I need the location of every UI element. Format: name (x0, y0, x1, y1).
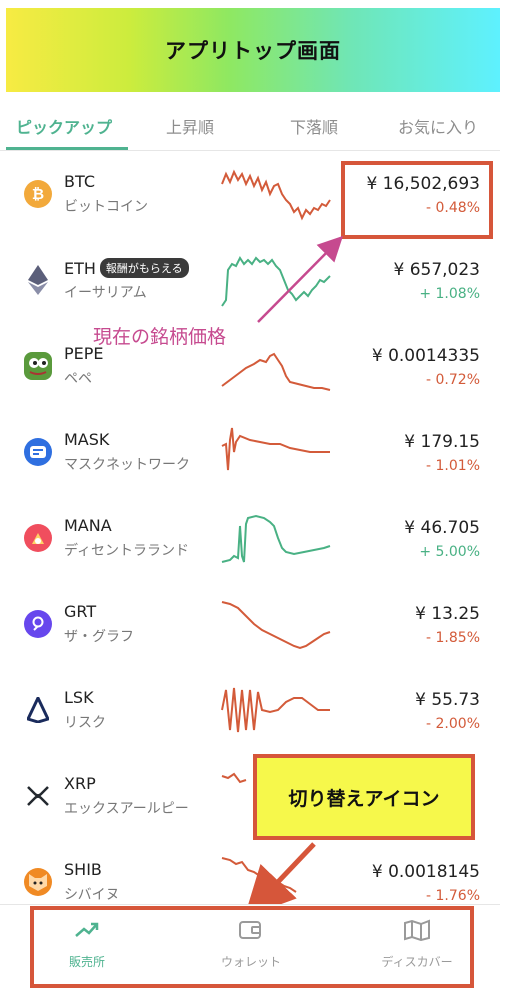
coin-name: リスク (64, 715, 106, 731)
mask-icon (24, 438, 52, 466)
coin-price: ¥ 179.15 (404, 432, 480, 452)
coin-price: ¥ 13.25 (415, 604, 480, 624)
coin-change: - 2.00% (426, 716, 480, 732)
coin-symbol: GRT (64, 602, 97, 621)
coin-row-eth[interactable]: ETH 報酬がもらえる イーサリアム ¥ 657,023 + 1.08% (0, 238, 500, 324)
coin-symbol: SHIB (64, 860, 102, 879)
coin-symbol: LSK (64, 688, 94, 707)
coin-change: - 1.01% (426, 458, 480, 474)
tab-rising[interactable]: 上昇順 (166, 114, 214, 138)
switch-annotation-label: 切り替えアイコン (288, 787, 440, 810)
tab-pickup[interactable]: ピックアップ (16, 114, 112, 138)
coin-change: - 1.85% (426, 630, 480, 646)
coin-price: ¥ 0.0014335 (371, 346, 480, 366)
sparkline-chart (221, 601, 331, 650)
coin-name: ザ・グラフ (64, 629, 134, 645)
coin-symbol: MANA (64, 516, 112, 535)
coin-row-mask[interactable]: MASK マスクネットワーク ¥ 179.15 - 1.01% (0, 410, 500, 496)
ethereum-icon (24, 265, 52, 295)
page-title: アプリトップ画面 (165, 39, 341, 63)
app-screen: アプリトップ画面 ピックアップ 上昇順 下落順 お気に入り ₿ BTC ビットコ… (0, 0, 500, 1004)
sparkline-chart (221, 857, 297, 893)
coin-name: ビットコイン (64, 199, 148, 215)
coin-symbol: XRP (64, 774, 96, 793)
coin-symbol: MASK (64, 430, 110, 449)
sparkline-chart (221, 427, 330, 471)
tab-falling[interactable]: 下落順 (290, 114, 338, 138)
coin-row-mana[interactable]: MANA ディセントラランド ¥ 46.705 + 5.00% (0, 496, 500, 582)
sparkline-chart (221, 514, 331, 563)
coin-symbol-text: ETH (64, 259, 96, 278)
coin-change: + 1.08% (419, 286, 480, 302)
shiba-icon (24, 868, 52, 896)
mana-icon (24, 524, 52, 552)
coin-price: ¥ 657,023 (393, 260, 480, 280)
coin-price: ¥ 55.73 (415, 690, 480, 710)
coin-row-pepe[interactable]: PEPE ペペ ¥ 0.0014335 - 0.72% (0, 324, 500, 410)
coin-change: - 0.72% (426, 372, 480, 388)
reward-badge: 報酬がもらえる (99, 258, 189, 278)
sparkline-chart (221, 169, 331, 221)
price-annotation-label: 現在の銘柄価格 (93, 326, 227, 348)
coin-name: エックスアールピー (64, 801, 189, 817)
sort-tabs: ピックアップ 上昇順 下落順 お気に入り (0, 104, 500, 151)
coin-symbol: BTC (64, 172, 95, 191)
switch-icon-callout: 切り替えアイコン (253, 754, 475, 840)
sparkline-chart (221, 256, 331, 307)
nav-highlight-box (30, 906, 474, 988)
coin-name: シバイヌ (64, 887, 120, 903)
coin-price: ¥ 46.705 (404, 518, 480, 538)
coin-name: イーサリアム (64, 285, 147, 301)
sparkline-chart (221, 352, 331, 391)
coin-change: - 1.76% (426, 888, 480, 904)
coin-symbol: ETH 報酬がもらえる (64, 258, 189, 278)
lisk-icon (24, 696, 52, 724)
coin-name: ペペ (64, 371, 92, 387)
bitcoin-icon: ₿ (24, 180, 52, 208)
sparkline-chart (221, 687, 330, 733)
graph-icon (24, 610, 52, 638)
xrp-icon (24, 782, 52, 810)
header-banner: アプリトップ画面 (6, 8, 500, 92)
coin-row-lsk[interactable]: LSK リスク ¥ 55.73 - 2.00% (0, 668, 500, 754)
coin-row-grt[interactable]: GRT ザ・グラフ ¥ 13.25 - 1.85% (0, 582, 500, 668)
tab-favorites[interactable]: お気に入り (398, 114, 478, 138)
active-tab-indicator (6, 147, 128, 150)
price-highlight-box (341, 161, 493, 239)
coin-change: + 5.00% (419, 544, 480, 560)
coin-name: ディセントラランド (64, 543, 190, 559)
coin-price: ¥ 0.0018145 (371, 862, 480, 882)
pepe-frog-icon (24, 352, 52, 380)
coin-name: マスクネットワーク (64, 457, 190, 473)
